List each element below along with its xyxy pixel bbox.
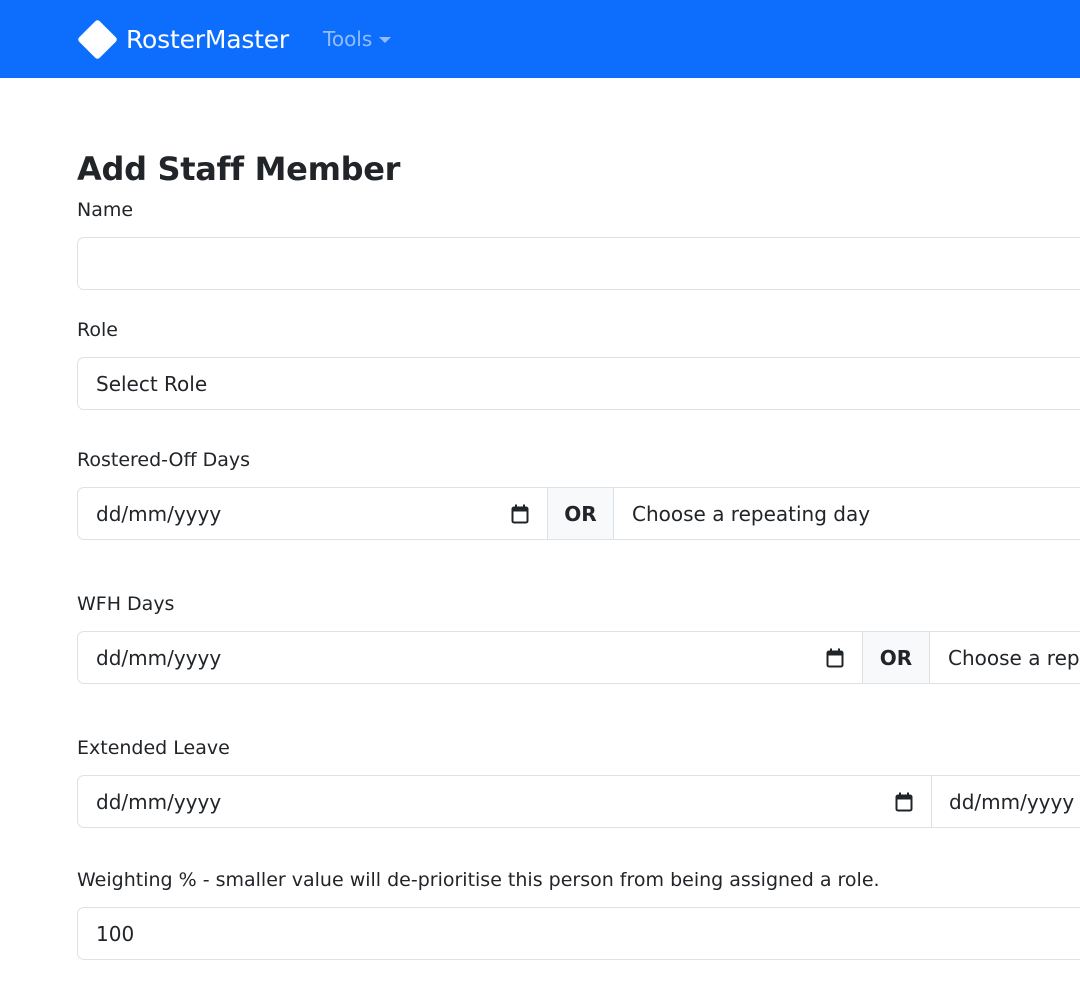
name-input[interactable] [77, 237, 1080, 290]
rostered-off-repeating-placeholder: Choose a repeating day [632, 501, 871, 526]
or-separator: OR [863, 631, 930, 684]
role-select-value: Select Role [96, 371, 208, 396]
or-separator: OR [548, 487, 614, 540]
rostered-off-label: Rostered-Off Days [77, 449, 251, 471]
calendar-icon[interactable] [511, 504, 529, 524]
weighting-input[interactable]: 100 [77, 907, 1080, 960]
weighting-value: 100 [96, 921, 135, 946]
extended-leave-end-input[interactable]: dd/mm/yyyy [932, 775, 1080, 828]
calendar-icon[interactable] [826, 648, 844, 668]
main-container: Add Staff Member Name Role Select Role R… [0, 150, 1080, 960]
wfh-repeating-select[interactable]: Choose a repeating day [930, 631, 1080, 684]
diamond-logo-icon [76, 18, 119, 60]
calendar-icon[interactable] [895, 792, 913, 812]
extended-leave-start-placeholder: dd/mm/yyyy [96, 789, 222, 814]
extended-leave-start-input[interactable]: dd/mm/yyyy [77, 775, 932, 828]
role-label: Role [77, 319, 118, 341]
tools-dropdown[interactable]: Tools [323, 27, 392, 51]
wfh-repeating-placeholder: Choose a repeating day [948, 645, 1080, 670]
extended-leave-label: Extended Leave [77, 737, 230, 759]
extended-leave-end-placeholder: dd/mm/yyyy [949, 789, 1075, 814]
extended-leave-group: dd/mm/yyyy dd/mm/yyyy [77, 775, 1080, 828]
tools-label: Tools [323, 27, 373, 51]
page-title: Add Staff Member [77, 150, 401, 188]
name-label: Name [77, 199, 134, 221]
brand-name: RosterMaster [126, 24, 290, 54]
wfh-date-input[interactable]: dd/mm/yyyy [77, 631, 863, 684]
rostered-off-group: dd/mm/yyyy OR Choose a repeating day [77, 487, 1080, 540]
caret-down-icon [379, 37, 392, 43]
rostered-off-date-input[interactable]: dd/mm/yyyy [77, 487, 548, 540]
wfh-label: WFH Days [77, 593, 175, 615]
brand-link[interactable]: RosterMaster [76, 18, 290, 60]
navbar: RosterMaster Tools [0, 0, 1080, 78]
weighting-label: Weighting % - smaller value will de-prio… [77, 869, 880, 891]
role-select[interactable]: Select Role [77, 357, 1080, 410]
wfh-group: dd/mm/yyyy OR Choose a repeating day [77, 631, 1080, 684]
rostered-off-repeating-select[interactable]: Choose a repeating day [614, 487, 1080, 540]
wfh-date-placeholder: dd/mm/yyyy [96, 645, 222, 670]
rostered-off-date-placeholder: dd/mm/yyyy [96, 501, 222, 526]
